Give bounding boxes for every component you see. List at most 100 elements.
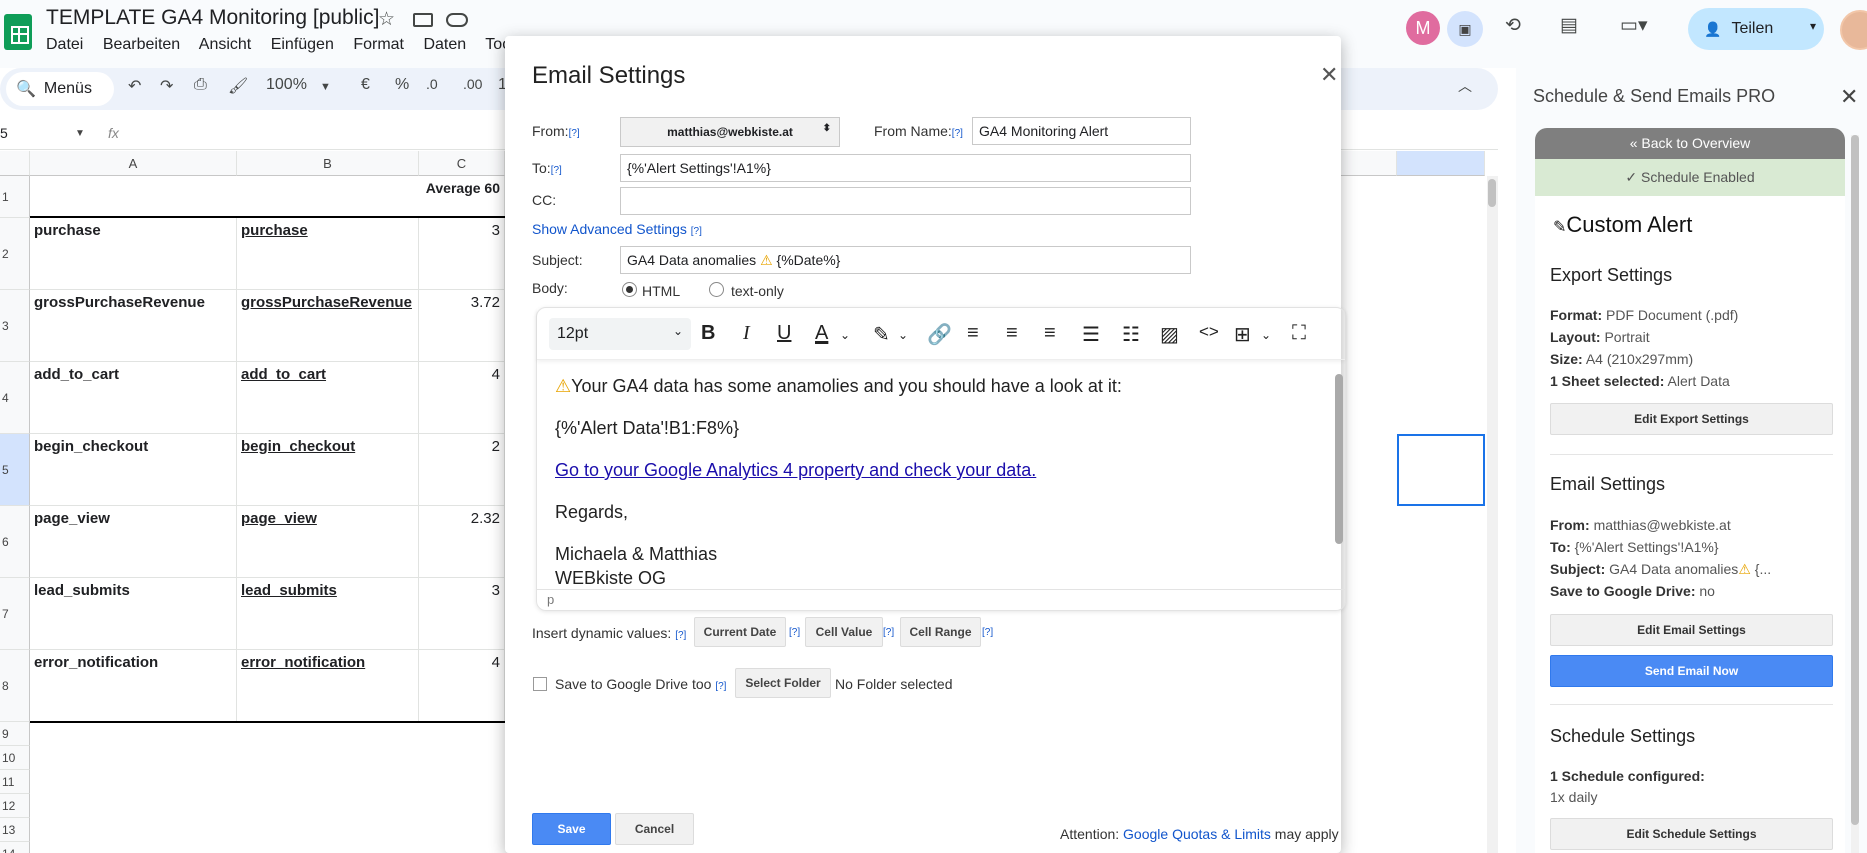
menu-format[interactable]: Format — [353, 36, 404, 53]
editor-scrollbar[interactable] — [1334, 362, 1344, 588]
video-call-icon[interactable]: ▭▾ — [1620, 14, 1648, 37]
table-icon[interactable]: ⊞ — [1234, 322, 1251, 347]
redo-icon[interactable]: ↷ — [160, 76, 173, 96]
cell-c[interactable]: 4 — [419, 362, 505, 434]
edit-email-settings-button[interactable]: Edit Email Settings — [1550, 614, 1833, 646]
analytics-link[interactable]: Go to your Google Analytics 4 property a… — [555, 460, 1036, 480]
collapse-toolbar-icon[interactable]: ︿ — [1458, 76, 1472, 96]
menu-einfuegen[interactable]: Einfügen — [271, 36, 334, 53]
menu-bearbeiten[interactable]: Bearbeiten — [103, 36, 180, 53]
close-icon[interactable]: ✕ — [1320, 62, 1338, 88]
column-header-b[interactable]: B — [237, 151, 419, 176]
close-icon[interactable]: ✕ — [1840, 84, 1858, 110]
undo-icon[interactable]: ↶ — [128, 76, 141, 96]
cell-b-link[interactable]: lead_submits — [237, 578, 419, 650]
selected-cell[interactable] — [1397, 434, 1485, 506]
move-folder-icon[interactable] — [413, 13, 433, 27]
italic-icon[interactable]: I — [743, 322, 750, 345]
cell-c1[interactable]: Average 60 — [419, 176, 505, 218]
share-button[interactable]: 👤 Teilen ▾ — [1688, 8, 1824, 50]
column-header-a[interactable]: A — [30, 151, 237, 176]
menu-ansicht[interactable]: Ansicht — [199, 36, 251, 53]
save-drive-checkbox[interactable] — [533, 677, 547, 691]
align-center-icon[interactable]: ≡ — [1006, 322, 1018, 345]
cell-b-link[interactable]: purchase — [237, 218, 419, 290]
cell-a[interactable]: purchase — [30, 218, 237, 290]
cell-a[interactable]: begin_checkout — [30, 434, 237, 506]
menu-daten[interactable]: Daten — [423, 36, 466, 53]
cell-a[interactable]: lead_submits — [30, 578, 237, 650]
scrollbar-thumb[interactable] — [1488, 179, 1496, 207]
column-header[interactable] — [1341, 151, 1397, 176]
avatar[interactable]: M — [1406, 11, 1440, 45]
cell-b-link[interactable]: page_view — [237, 506, 419, 578]
row-header[interactable]: 4 — [0, 362, 30, 434]
bulleted-list-icon[interactable]: ☷ — [1122, 322, 1140, 347]
highlight-chevron-icon[interactable]: ⌄ — [898, 328, 908, 342]
increase-decimal-button[interactable]: .00 — [463, 76, 482, 92]
subject-input[interactable]: GA4 Data anomalies ⚠ {%Date%} — [620, 246, 1191, 274]
chevron-down-icon[interactable]: ▾ — [1810, 19, 1816, 33]
align-right-icon[interactable]: ≡ — [1044, 322, 1056, 345]
row-header[interactable]: 12 — [0, 794, 30, 818]
row-header[interactable]: 10 — [0, 746, 30, 770]
cell-c[interactable]: 2 — [419, 434, 505, 506]
send-email-now-button[interactable]: Send Email Now — [1550, 655, 1833, 687]
back-to-overview-button[interactable]: « Back to Overview — [1535, 128, 1845, 159]
underline-icon[interactable]: U — [777, 322, 791, 345]
cell-b-link[interactable]: begin_checkout — [237, 434, 419, 506]
row-header[interactable]: 3 — [0, 290, 30, 362]
link-icon[interactable]: 🔗 — [927, 322, 952, 347]
cell-a[interactable]: page_view — [30, 506, 237, 578]
cell-value-button[interactable]: Cell Value — [805, 617, 883, 647]
row-header[interactable]: 8 — [0, 650, 30, 722]
text-only-radio[interactable] — [709, 282, 724, 297]
percent-button[interactable]: % — [395, 76, 409, 94]
text-color-icon[interactable]: A — [815, 322, 828, 345]
help-link[interactable]: [?] — [789, 627, 800, 638]
currency-button[interactable]: € — [361, 76, 370, 94]
star-icon[interactable]: ☆ — [378, 8, 395, 31]
zoom-chevron-icon[interactable]: ▼ — [320, 81, 331, 93]
row-header[interactable]: 13 — [0, 818, 30, 842]
meet-present-icon[interactable]: ▣ — [1447, 11, 1483, 47]
cell-b-link[interactable]: error_notification — [237, 650, 419, 722]
select-folder-button[interactable]: Select Folder — [735, 668, 831, 698]
document-title[interactable]: TEMPLATE GA4 Monitoring [public] — [46, 6, 379, 30]
align-left-icon[interactable]: ≡ — [967, 322, 979, 345]
alert-name[interactable]: ✎Custom Alert — [1553, 212, 1692, 238]
cancel-button[interactable]: Cancel — [615, 813, 694, 845]
sheets-logo-icon[interactable] — [4, 14, 32, 50]
bold-icon[interactable]: B — [701, 322, 715, 345]
font-size-select[interactable]: 12pt ⌄ — [549, 318, 691, 350]
comments-icon[interactable]: ▤ — [1560, 14, 1578, 37]
row-header[interactable]: 7 — [0, 578, 30, 650]
current-date-button[interactable]: Current Date — [694, 617, 786, 647]
history-icon[interactable]: ⟲ — [1505, 14, 1521, 37]
save-button[interactable]: Save — [532, 813, 611, 845]
show-advanced-settings-link[interactable]: Show Advanced Settings — [532, 221, 687, 237]
help-link[interactable]: [?] — [883, 627, 894, 638]
column-header-selected[interactable] — [1397, 151, 1485, 176]
from-select[interactable]: matthias@webkiste.at ⬍ — [620, 117, 840, 147]
name-box-chevron-icon[interactable]: ▼ — [75, 128, 85, 139]
edit-export-settings-button[interactable]: Edit Export Settings — [1550, 403, 1833, 435]
name-box[interactable]: 5 — [0, 125, 8, 141]
numbered-list-icon[interactable]: ☰ — [1082, 322, 1100, 347]
to-input[interactable]: {%'Alert Settings'!A1%} — [620, 154, 1191, 182]
cell-a[interactable]: error_notification — [30, 650, 237, 722]
row-header[interactable]: 14 — [0, 842, 30, 853]
cell-c[interactable]: 3.72 — [419, 290, 505, 362]
column-header-c[interactable]: C — [419, 151, 505, 176]
cell-a[interactable]: add_to_cart — [30, 362, 237, 434]
cell-b-link[interactable]: grossPurchaseRevenue — [237, 290, 419, 362]
cloud-status-icon[interactable] — [446, 13, 468, 27]
row-header[interactable]: 2 — [0, 218, 30, 290]
text-color-chevron-icon[interactable]: ⌄ — [840, 328, 850, 342]
cell-b-link[interactable]: add_to_cart — [237, 362, 419, 434]
code-icon[interactable]: <> — [1199, 322, 1219, 342]
html-radio[interactable] — [622, 282, 637, 297]
quotas-link[interactable]: Google Quotas & Limits — [1123, 826, 1271, 842]
cc-input[interactable] — [620, 187, 1191, 215]
cell-c[interactable]: 3 — [419, 218, 505, 290]
